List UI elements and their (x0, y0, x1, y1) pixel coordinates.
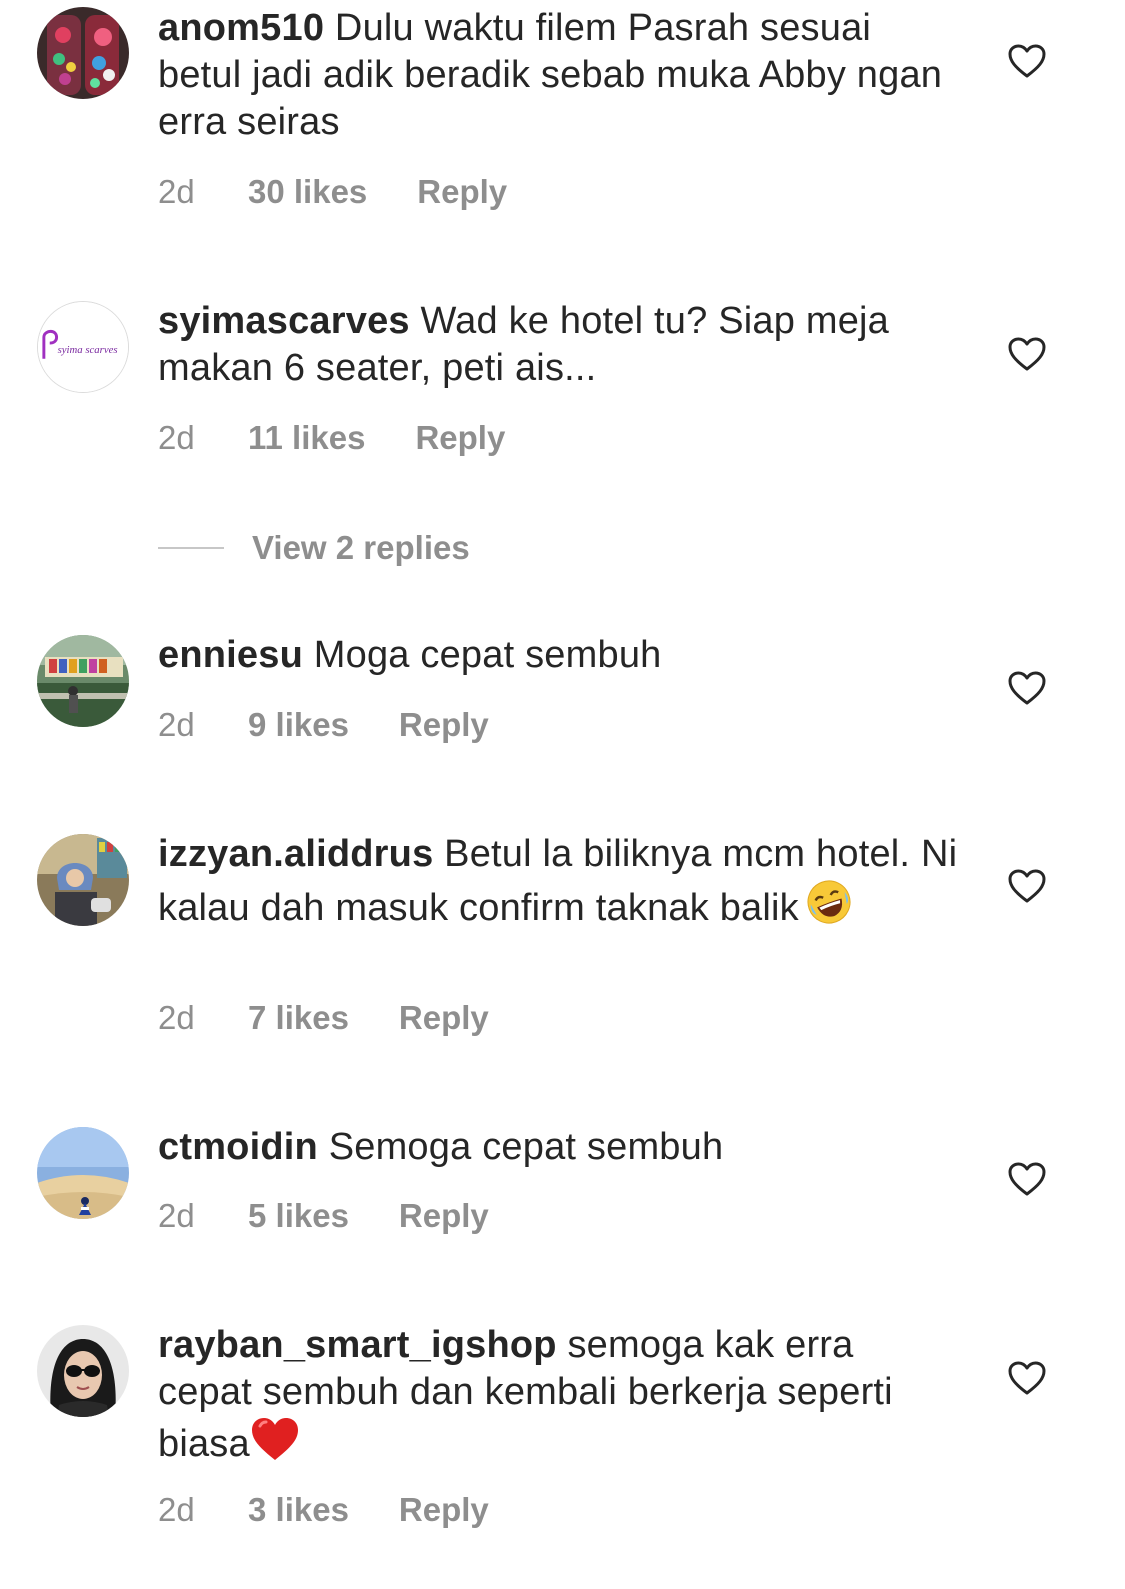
avatar-logo-text: syima scarves (58, 344, 118, 356)
like-heart-icon[interactable] (1007, 336, 1047, 372)
like-heart-icon[interactable] (1007, 1161, 1047, 1197)
avatar[interactable] (37, 1127, 129, 1219)
comment-username[interactable]: ctmoidin (158, 1126, 318, 1168)
comment-likes[interactable]: 7 likes (248, 998, 349, 1038)
comment-text: Semoga cepat sembuh (328, 1126, 724, 1168)
avatar[interactable]: syima scarves (37, 301, 129, 393)
avatar[interactable] (37, 635, 129, 727)
rolling-laughing-emoji-icon (805, 878, 853, 938)
comment-age: 2d (158, 1491, 195, 1528)
like-heart-icon[interactable] (1007, 43, 1047, 79)
comment-body: rayban_smart_igshop semoga kak erra cepa… (158, 1322, 958, 1474)
comment-username[interactable]: rayban_smart_igshop (158, 1324, 557, 1366)
reply-button[interactable]: Reply (417, 172, 507, 212)
comment-body: ctmoidin Semoga cepat sembuh (158, 1124, 958, 1171)
comment-body: anom510 Dulu waktu filem Pasrah sesuai b… (158, 5, 958, 146)
like-heart-icon[interactable] (1007, 670, 1047, 706)
avatar-image (37, 834, 129, 926)
comment-body: izzyan.aliddrus Betul la biliknya mcm ho… (158, 831, 958, 938)
avatar[interactable] (37, 1325, 129, 1417)
reply-button[interactable]: Reply (399, 1490, 489, 1530)
avatar-image (37, 7, 129, 99)
comment-meta: 2d 5 likes Reply (158, 1196, 489, 1236)
reply-button[interactable]: Reply (415, 418, 505, 458)
comment-likes[interactable]: 5 likes (248, 1196, 349, 1236)
comment-likes[interactable]: 11 likes (248, 418, 365, 458)
comment-age: 2d (158, 419, 195, 456)
comment-likes[interactable]: 3 likes (248, 1490, 349, 1530)
comment-likes[interactable]: 30 likes (248, 172, 367, 212)
comment-meta: 2d 7 likes Reply (158, 998, 489, 1038)
avatar-image: syima scarves (38, 302, 128, 392)
comment-username[interactable]: enniesu (158, 634, 303, 676)
comment-age: 2d (158, 999, 195, 1036)
reply-button[interactable]: Reply (399, 998, 489, 1038)
comment-body: enniesu Moga cepat sembuh (158, 632, 958, 679)
comment-username[interactable]: anom510 (158, 7, 324, 49)
reply-button[interactable]: Reply (399, 705, 489, 745)
view-replies-button[interactable]: View 2 replies (158, 528, 470, 568)
comment-age: 2d (158, 706, 195, 743)
avatar-image (37, 635, 129, 727)
comment-body: syimascarves Wad ke hotel tu? Siap meja … (158, 298, 958, 392)
comment-meta: 2d 30 likes Reply (158, 172, 507, 212)
comment-likes[interactable]: 9 likes (248, 705, 349, 745)
view-replies-label: View 2 replies (252, 529, 470, 566)
comment-username[interactable]: izzyan.aliddrus (158, 833, 433, 875)
red-heart-emoji-icon (250, 1416, 300, 1474)
comment-meta: 2d 3 likes Reply (158, 1490, 489, 1530)
comment-text: Moga cepat sembuh (313, 634, 662, 676)
like-heart-icon[interactable] (1007, 1360, 1047, 1396)
comment-username[interactable]: syimascarves (158, 300, 410, 342)
avatar-image (37, 1127, 129, 1219)
view-replies-divider (158, 547, 224, 549)
comment-age: 2d (158, 1197, 195, 1234)
avatar[interactable] (37, 7, 129, 99)
avatar-image (37, 1325, 129, 1417)
like-heart-icon[interactable] (1007, 868, 1047, 904)
comment-meta: 2d 9 likes Reply (158, 705, 489, 745)
comment-meta: 2d 11 likes Reply (158, 418, 505, 458)
reply-button[interactable]: Reply (399, 1196, 489, 1236)
avatar[interactable] (37, 834, 129, 926)
comment-age: 2d (158, 173, 195, 210)
